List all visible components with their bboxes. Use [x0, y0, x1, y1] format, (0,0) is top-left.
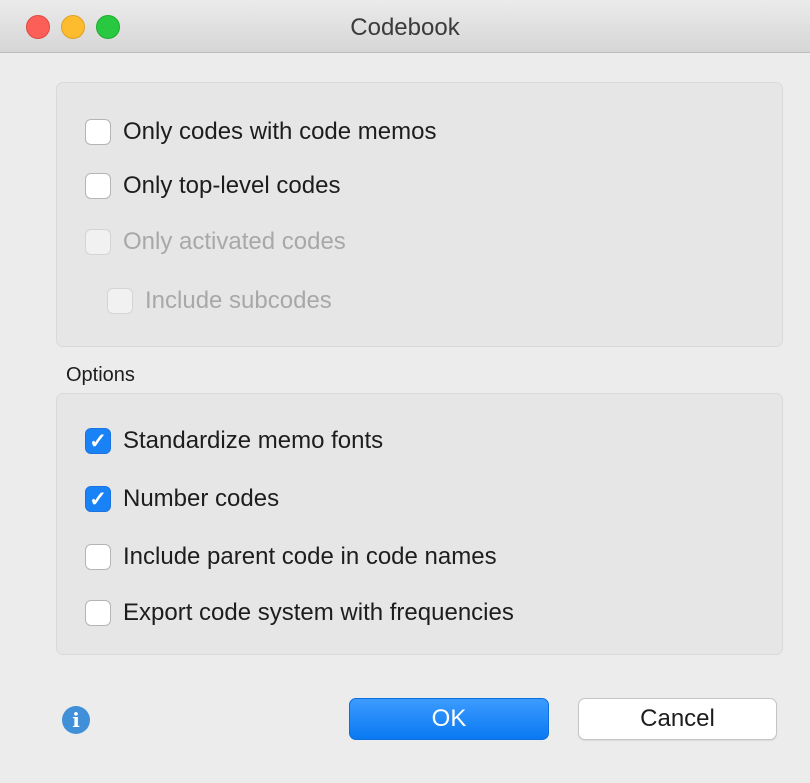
- option-label: Include subcodes: [145, 287, 332, 314]
- checkbox[interactable]: [85, 119, 111, 145]
- checkbox: [85, 229, 111, 255]
- checkmark-icon: ✓: [89, 487, 107, 511]
- checkbox[interactable]: ✓: [85, 428, 111, 454]
- option-label: Standardize memo fonts: [123, 427, 384, 454]
- checkbox[interactable]: [85, 173, 111, 199]
- option-label: Number codes: [123, 485, 280, 512]
- options-heading: Options: [66, 364, 135, 386]
- checkbox[interactable]: [85, 600, 111, 626]
- option-only-activated-codes: Only activated codes: [85, 225, 346, 259]
- checkbox[interactable]: ✓: [85, 486, 111, 512]
- option-only-codes-with-memos[interactable]: Only codes with code memos: [85, 115, 436, 149]
- checkmark-icon: ✓: [89, 429, 107, 453]
- option-label: Include parent code in code names: [123, 543, 497, 570]
- filters-group: Only codes with code memos Only top-leve…: [56, 82, 783, 347]
- info-icon[interactable]: i: [62, 706, 90, 734]
- checkbox: [107, 288, 133, 314]
- option-label: Only codes with code memos: [123, 118, 437, 145]
- option-export-with-frequencies[interactable]: Export code system with frequencies: [85, 596, 514, 630]
- cancel-button[interactable]: Cancel: [578, 698, 777, 740]
- option-label: Export code system with frequencies: [123, 599, 514, 626]
- option-label: Only top-level codes: [123, 172, 341, 199]
- window-title: Codebook: [350, 14, 460, 41]
- options-group: ✓ Standardize memo fonts ✓ Number codes …: [56, 393, 783, 655]
- checkbox[interactable]: [85, 544, 111, 570]
- option-standardize-memo-fonts[interactable]: ✓ Standardize memo fonts: [85, 424, 383, 458]
- option-label: Only activated codes: [123, 228, 346, 255]
- option-number-codes[interactable]: ✓ Number codes: [85, 482, 279, 516]
- option-only-top-level-codes[interactable]: Only top-level codes: [85, 169, 340, 203]
- ok-button[interactable]: OK: [349, 698, 549, 740]
- title-bar: Codebook: [0, 0, 810, 53]
- option-include-parent-code[interactable]: Include parent code in code names: [85, 540, 497, 574]
- option-include-subcodes: Include subcodes: [107, 284, 332, 318]
